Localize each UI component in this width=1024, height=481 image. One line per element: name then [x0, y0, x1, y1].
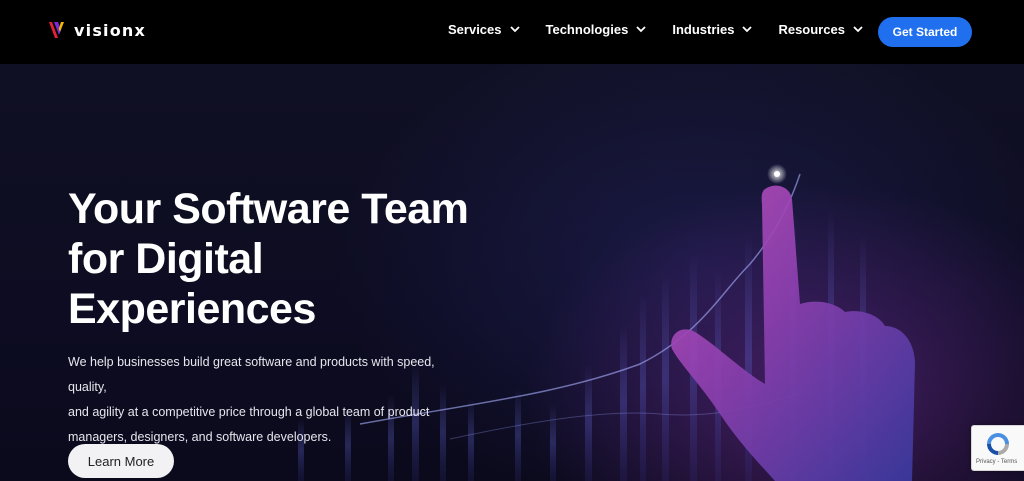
subcopy-line-2: and agility at a competitive price throu… — [68, 405, 430, 419]
subcopy-line-1: We help businesses build great software … — [68, 355, 435, 394]
headline-line-3: Experiences — [68, 285, 316, 333]
get-started-button[interactable]: Get Started — [878, 17, 972, 47]
recaptcha-badge[interactable]: Privacy - Terms — [971, 425, 1024, 471]
brand-logo[interactable]: visionx — [48, 19, 146, 41]
nav-technologies-label: Technologies — [545, 22, 629, 37]
site-header: visionx Services Technologies Industries… — [0, 0, 1024, 64]
nav-industries[interactable]: Industries — [672, 22, 753, 37]
chevron-down-icon — [853, 26, 863, 33]
subcopy-line-3: managers, designers, and software develo… — [68, 430, 332, 444]
hero-section: Your Software Team for Digital Experienc… — [0, 64, 1024, 481]
hero-headline: Your Software Team for Digital Experienc… — [68, 184, 488, 334]
headline-line-2: for Digital — [68, 235, 264, 283]
nav-services-label: Services — [448, 22, 502, 37]
nav-services[interactable]: Services — [448, 22, 520, 37]
hero-subcopy: We help businesses build great software … — [68, 350, 468, 450]
nav-technologies[interactable]: Technologies — [546, 22, 647, 37]
visionx-logo-icon — [49, 22, 64, 38]
nav-industries-label: Industries — [672, 22, 735, 37]
learn-more-button[interactable]: Learn More — [68, 444, 174, 478]
recaptcha-text[interactable]: Privacy - Terms — [976, 459, 1017, 465]
recaptcha-icon — [987, 433, 1009, 455]
main-nav: Services Technologies Industries Resourc… — [448, 22, 863, 37]
chevron-down-icon — [509, 26, 520, 33]
hand-shape — [671, 185, 915, 481]
chevron-down-icon — [636, 26, 646, 33]
chevron-down-icon — [742, 26, 753, 33]
nav-resources[interactable]: Resources — [778, 22, 863, 37]
nav-resources-label: Resources — [778, 22, 845, 37]
brand-name: visionx — [74, 20, 147, 40]
headline-line-1: Your Software Team — [68, 185, 469, 233]
